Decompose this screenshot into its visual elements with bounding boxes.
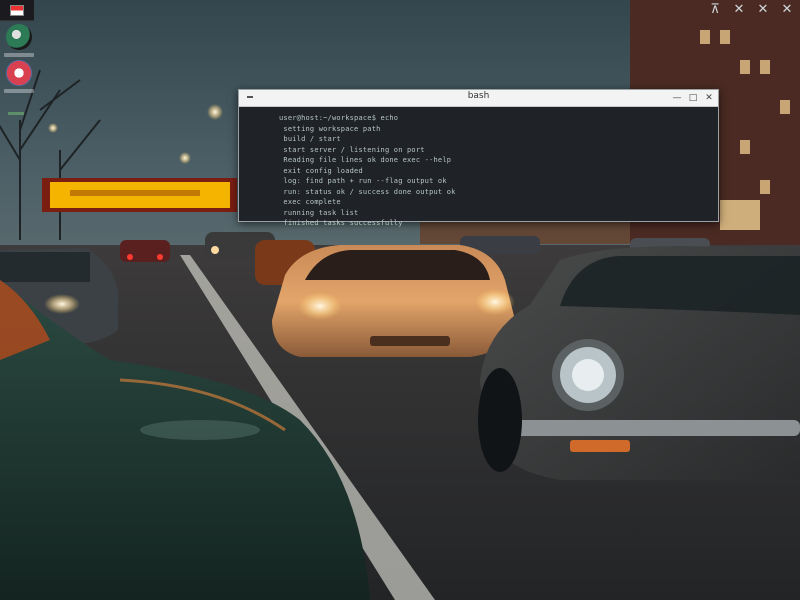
line-text: exec complete <box>279 198 341 206</box>
language-indicator[interactable] <box>0 0 34 21</box>
line-text: Reading file lines ok done exec --help <box>279 156 452 164</box>
desktop-icon-label <box>4 53 34 57</box>
line-text: running task list <box>279 208 359 217</box>
line-text: setting workspace path <box>279 124 381 133</box>
close-icon[interactable]: ✕ <box>756 2 770 18</box>
terminal-line: exec complete <box>269 197 718 208</box>
desktop-icon-2[interactable] <box>4 60 34 104</box>
terminal-line: running task list <box>269 208 718 219</box>
close-icon[interactable]: ✕ <box>780 2 794 18</box>
terminal-titlebar[interactable]: bash — □ ✕ <box>239 90 718 107</box>
line-text: exit config loaded <box>279 166 363 175</box>
desktop-icon-3[interactable] <box>8 112 24 115</box>
terminal-title: bash <box>467 91 490 101</box>
line-text: log: find path + run --flag output ok <box>279 177 447 185</box>
line-text: start server / listening on port <box>279 145 425 154</box>
restore-icon[interactable]: ⊼ <box>708 2 722 18</box>
line-text: build / start <box>279 135 341 143</box>
minimize-icon[interactable]: — <box>672 90 682 106</box>
line-text: user@host:~/workspace$ echo <box>279 114 399 122</box>
terminal-line: exit config loaded <box>269 166 718 177</box>
terminal-line: log: find path + run --flag output ok <box>269 176 718 187</box>
terminal-window[interactable]: bash — □ ✕ user@host:~/workspace$ echo s… <box>238 89 719 227</box>
terminal-line: setting workspace path <box>269 124 718 135</box>
terminal-line: build / start <box>269 134 718 145</box>
line-text: finished tasks successfully <box>279 219 403 227</box>
close-icon[interactable]: ✕ <box>704 90 714 106</box>
terminal-output[interactable]: user@host:~/workspace$ echo setting work… <box>239 107 718 227</box>
terminal-line: run: status ok / success done output ok <box>269 187 718 198</box>
app-icon <box>6 60 32 86</box>
app-icon <box>6 24 32 50</box>
flag-icon <box>10 5 24 16</box>
terminal-line: start server / listening on port <box>269 145 718 156</box>
line-text: run: status ok / success done output ok <box>279 187 456 196</box>
terminal-line: Reading file lines ok done exec --help <box>269 155 718 166</box>
terminal-line: user@host:~/workspace$ echo <box>269 113 718 124</box>
terminal-line: finished tasks successfully <box>269 218 718 229</box>
desktop-corner-controls: ⊼ ✕ ✕ ✕ <box>708 2 794 18</box>
desktop-icon-label <box>4 89 34 93</box>
maximize-icon[interactable]: □ <box>688 90 698 106</box>
window-controls: — □ ✕ <box>672 90 714 106</box>
close-icon[interactable]: ✕ <box>732 2 746 18</box>
